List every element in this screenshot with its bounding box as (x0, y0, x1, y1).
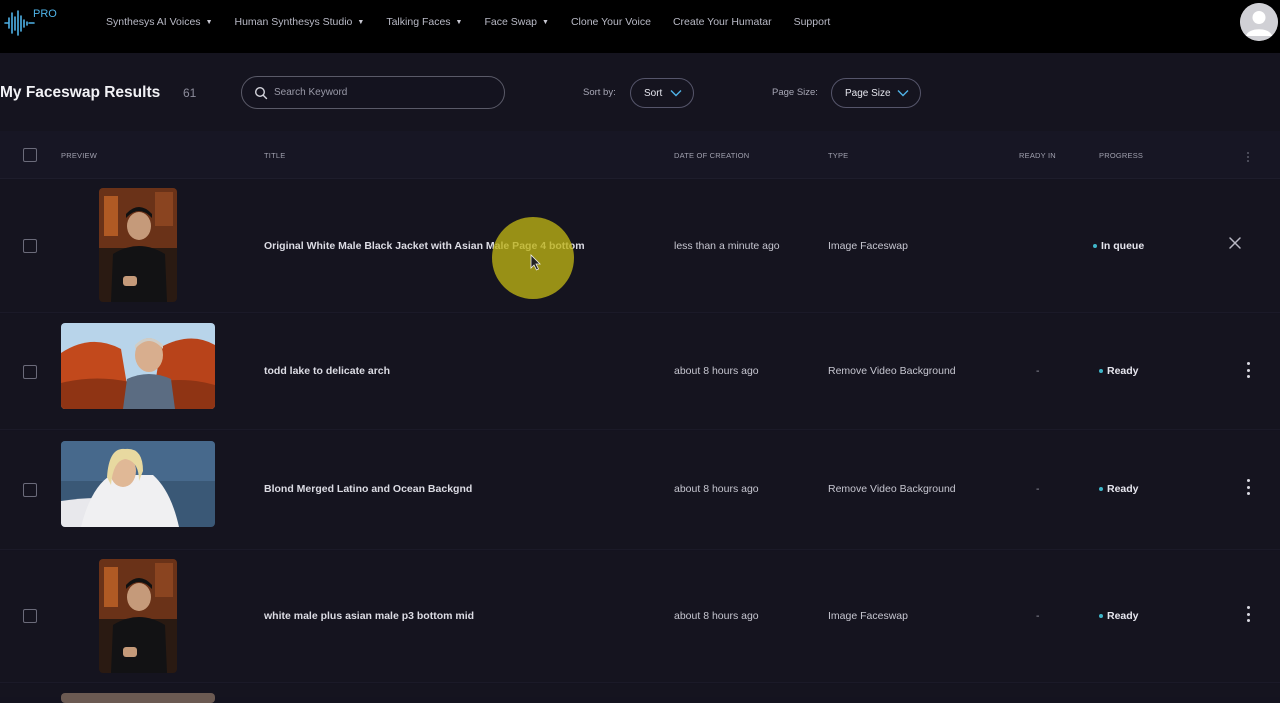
top-navbar: PRO Synthesys AI Voices ▼ Human Synthesys… (0, 0, 1280, 53)
row-title[interactable]: todd lake to delicate arch (264, 365, 390, 377)
caret-down-icon: ▼ (357, 18, 365, 26)
status-badge: Ready (1099, 610, 1139, 622)
status-dot (1099, 369, 1103, 373)
table-row[interactable]: Blond Merged Latino and Ocean Backgnd ab… (0, 431, 1280, 550)
close-icon[interactable] (1227, 235, 1243, 251)
more-vertical-icon[interactable] (1246, 150, 1250, 168)
search-input[interactable] (274, 87, 494, 98)
nav-item-support[interactable]: Support (794, 16, 831, 28)
more-vertical-icon[interactable] (1244, 362, 1252, 378)
caret-down-icon: ▼ (455, 18, 463, 26)
nav-item-synthesys-ai-voices[interactable]: Synthesys AI Voices ▼ (106, 16, 213, 28)
chevron-down-icon (670, 90, 682, 97)
row-title[interactable]: white male plus asian male p3 bottom mid (264, 610, 474, 622)
nav-item-label: Face Swap (484, 16, 538, 28)
preview-thumbnail[interactable] (99, 188, 177, 302)
row-ready-in: - (1036, 483, 1040, 495)
results-header: My Faceswap Results 61 Sort by: Sort Pag… (0, 53, 1280, 131)
status-label: Ready (1107, 483, 1139, 495)
status-badge: Ready (1099, 365, 1139, 377)
status-dot (1099, 614, 1103, 618)
nav-item-label: Human Synthesys Studio (234, 16, 353, 28)
column-header-progress[interactable]: PROGRESS (1099, 151, 1143, 160)
page-size-dropdown[interactable]: Page Size (831, 78, 921, 108)
pro-badge: PRO (33, 8, 57, 20)
caret-down-icon: ▼ (205, 18, 213, 26)
preview-thumbnail[interactable] (61, 693, 215, 703)
row-title[interactable]: Blond Merged Latino and Ocean Backgnd (264, 483, 472, 495)
preview-thumbnail[interactable] (99, 559, 177, 673)
row-checkbox[interactable] (23, 365, 37, 379)
page-size-label: Page Size: (772, 87, 818, 98)
status-badge: In queue (1093, 240, 1144, 252)
results-count: 61 (183, 86, 197, 100)
more-vertical-icon[interactable] (1244, 606, 1252, 622)
select-all-checkbox[interactable] (23, 148, 37, 162)
row-date: about 8 hours ago (674, 365, 759, 377)
row-type: Remove Video Background (828, 365, 956, 377)
sort-label: Sort by: (583, 87, 616, 98)
table-row[interactable]: Original White Male Black Jacket with As… (0, 180, 1280, 313)
row-ready-in: - (1036, 365, 1040, 377)
search-icon (254, 86, 268, 99)
status-label: In queue (1101, 240, 1145, 252)
status-dot (1099, 487, 1103, 491)
waveform-logo-icon[interactable] (4, 8, 36, 38)
nav-item-label: Create Your Humatar (672, 16, 772, 28)
status-badge: Ready (1099, 483, 1139, 495)
nav-item-create-your-humatar[interactable]: Create Your Humatar (673, 16, 772, 28)
nav-item-label: Synthesys AI Voices (106, 16, 201, 28)
table-header: PREVIEW TITLE DATE OF CREATION TYPE READ… (0, 131, 1280, 179)
nav-item-label: Clone Your Voice (570, 16, 651, 28)
status-label: Ready (1107, 610, 1139, 622)
more-vertical-icon[interactable] (1244, 479, 1252, 495)
sort-dropdown[interactable]: Sort (630, 78, 694, 108)
row-date: less than a minute ago (674, 240, 780, 252)
column-header-ready-in[interactable]: READY IN (1019, 151, 1056, 160)
nav-item-label: Talking Faces (386, 16, 451, 28)
column-header-preview: PREVIEW (61, 151, 97, 160)
nav-item-talking-faces[interactable]: Talking Faces ▼ (386, 16, 462, 28)
row-date: about 8 hours ago (674, 610, 759, 622)
row-checkbox[interactable] (23, 239, 37, 253)
status-dot (1093, 244, 1097, 248)
main-nav: Synthesys AI Voices ▼ Human Synthesys Stu… (106, 16, 852, 28)
row-type: Image Faceswap (828, 240, 908, 252)
chevron-down-icon (897, 90, 909, 97)
row-type: Remove Video Background (828, 483, 956, 495)
row-date: about 8 hours ago (674, 483, 759, 495)
row-checkbox[interactable] (23, 483, 37, 497)
nav-item-clone-your-voice[interactable]: Clone Your Voice (571, 16, 651, 28)
nav-item-face-swap[interactable]: Face Swap ▼ (484, 16, 548, 28)
sort-value: Sort (644, 87, 663, 99)
row-title[interactable]: Original White Male Black Jacket with As… (264, 240, 585, 252)
user-avatar-icon[interactable] (1240, 3, 1278, 41)
preview-thumbnail[interactable] (61, 441, 215, 527)
search-box[interactable] (241, 76, 505, 109)
nav-item-human-synthesys-studio[interactable]: Human Synthesys Studio ▼ (235, 16, 365, 28)
column-header-date[interactable]: DATE OF CREATION (674, 151, 749, 160)
column-header-type[interactable]: TYPE (828, 151, 848, 160)
page-title: My Faceswap Results (0, 84, 161, 101)
row-ready-in: - (1036, 610, 1040, 622)
caret-down-icon: ▼ (542, 18, 549, 26)
row-type: Image Faceswap (828, 610, 908, 622)
page-size-value: Page Size (845, 87, 891, 99)
table-row[interactable] (0, 684, 1280, 703)
table-row[interactable]: todd lake to delicate arch about 8 hours… (0, 314, 1280, 430)
preview-thumbnail[interactable] (61, 323, 215, 409)
column-header-title[interactable]: TITLE (264, 151, 285, 160)
status-label: Ready (1107, 365, 1139, 377)
row-checkbox[interactable] (23, 609, 37, 623)
table-row[interactable]: white male plus asian male p3 bottom mid… (0, 551, 1280, 683)
nav-item-label: Support (793, 16, 831, 28)
